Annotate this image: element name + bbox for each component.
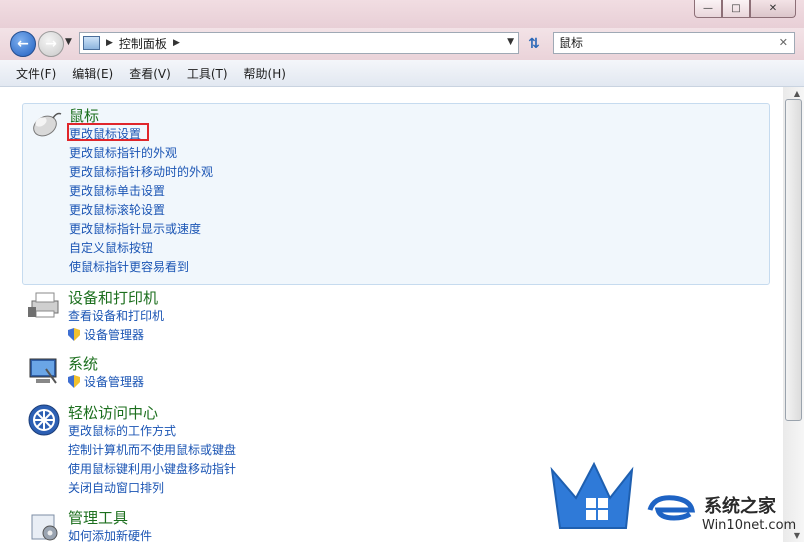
menu-tools[interactable]: 工具(T): [179, 65, 236, 82]
link-click-settings[interactable]: 更改鼠标单击设置: [69, 182, 165, 199]
link-device-manager[interactable]: 设备管理器: [68, 326, 144, 343]
link-pointer-speed[interactable]: 更改鼠标指针显示或速度: [69, 220, 201, 237]
link-add-hardware[interactable]: 如何添加新硬件: [68, 527, 152, 542]
link-turn-off-window-arrangement[interactable]: 关闭自动窗口排列: [68, 479, 164, 496]
chevron-right-icon[interactable]: ▶: [173, 38, 180, 48]
group-mouse: 鼠标 更改鼠标设置 更改鼠标指针的外观 更改鼠标指针移动时的外观 更改鼠标单击设…: [22, 103, 770, 285]
arrow-left-icon: ←: [17, 36, 29, 52]
menu-bar: 文件(F) 编辑(E) 查看(V) 工具(T) 帮助(H): [0, 60, 804, 87]
scroll-up-icon[interactable]: ▲: [794, 89, 800, 98]
navigation-bar: ← → ▼ ▶ 控制面板 ▶ ▼ ⇅ 鼠标 ✕: [0, 28, 804, 60]
link-wheel-settings[interactable]: 更改鼠标滚轮设置: [69, 201, 165, 218]
address-dropdown[interactable]: ▼: [507, 37, 514, 47]
search-input[interactable]: 鼠标 ✕: [553, 32, 795, 54]
arrow-right-icon: →: [45, 36, 57, 52]
link-pointer-moving-appearance[interactable]: 更改鼠标指针移动时的外观: [69, 163, 213, 180]
watermark-text-cn: 系统之家: [704, 496, 776, 517]
watermark: 系统之家 Win10net.com: [548, 458, 804, 542]
maximize-button[interactable]: □: [722, 0, 750, 18]
group-title-system[interactable]: 系统: [68, 353, 98, 374]
control-panel-icon: [83, 36, 100, 50]
back-button[interactable]: ←: [10, 31, 36, 57]
link-device-manager-label: 设备管理器: [84, 328, 145, 342]
group-title-devices-printers[interactable]: 设备和打印机: [68, 287, 158, 308]
recent-pages-dropdown[interactable]: ▼: [65, 37, 72, 47]
group-title-ease-of-access[interactable]: 轻松访问中心: [68, 402, 158, 423]
link-pointer-visibility[interactable]: 使鼠标指针更容易看到: [69, 258, 189, 275]
group-devices-printers: 设备和打印机 查看设备和打印机 设备管理器: [22, 285, 768, 345]
crown-logo-icon: [550, 461, 634, 529]
link-view-devices-printers[interactable]: 查看设备和打印机: [68, 307, 164, 324]
highlight-box: [67, 123, 149, 141]
minimize-button[interactable]: —: [694, 0, 722, 18]
menu-view[interactable]: 查看(V): [121, 65, 179, 82]
window-controls: — □ ✕: [694, 0, 796, 18]
menu-help[interactable]: 帮助(H): [236, 65, 294, 82]
ease-of-access-icon: [28, 404, 60, 436]
title-bar: — □ ✕: [0, 0, 804, 28]
address-bar[interactable]: ▶ 控制面板 ▶ ▼: [79, 32, 519, 54]
e-logo-icon: [647, 495, 696, 521]
system-icon: [29, 358, 57, 384]
menu-edit[interactable]: 编辑(E): [64, 65, 121, 82]
link-no-mouse-keyboard[interactable]: 控制计算机而不使用鼠标或键盘: [68, 441, 236, 458]
group-title-admin-tools[interactable]: 管理工具: [68, 507, 128, 528]
link-system-device-manager-label: 设备管理器: [84, 375, 145, 389]
clear-search-icon[interactable]: ✕: [779, 33, 788, 53]
chevron-right-icon[interactable]: ▶: [106, 38, 113, 48]
link-mouse-works[interactable]: 更改鼠标的工作方式: [68, 422, 176, 439]
mouse-icon: [33, 112, 62, 137]
refresh-icon[interactable]: ⇅: [524, 34, 544, 54]
link-customize-buttons[interactable]: 自定义鼠标按钮: [69, 239, 153, 256]
forward-button[interactable]: →: [38, 31, 64, 57]
link-system-device-manager[interactable]: 设备管理器: [68, 373, 144, 390]
breadcrumb-control-panel[interactable]: 控制面板: [119, 35, 167, 52]
menu-file[interactable]: 文件(F): [0, 65, 64, 82]
group-system: 系统 设备管理器: [22, 351, 768, 391]
uac-shield-icon: [68, 328, 80, 341]
close-button[interactable]: ✕: [750, 0, 796, 18]
watermark-text-url: Win10net.com: [702, 518, 797, 533]
link-pointer-appearance[interactable]: 更改鼠标指针的外观: [69, 144, 177, 161]
scrollbar-thumb[interactable]: [785, 99, 802, 421]
admin-tools-icon: [31, 514, 58, 541]
uac-shield-icon: [68, 375, 80, 388]
printer-icon: [28, 292, 59, 318]
link-mouse-keys[interactable]: 使用鼠标键利用小键盘移动指针: [68, 460, 236, 477]
search-input-value: 鼠标: [559, 36, 584, 50]
